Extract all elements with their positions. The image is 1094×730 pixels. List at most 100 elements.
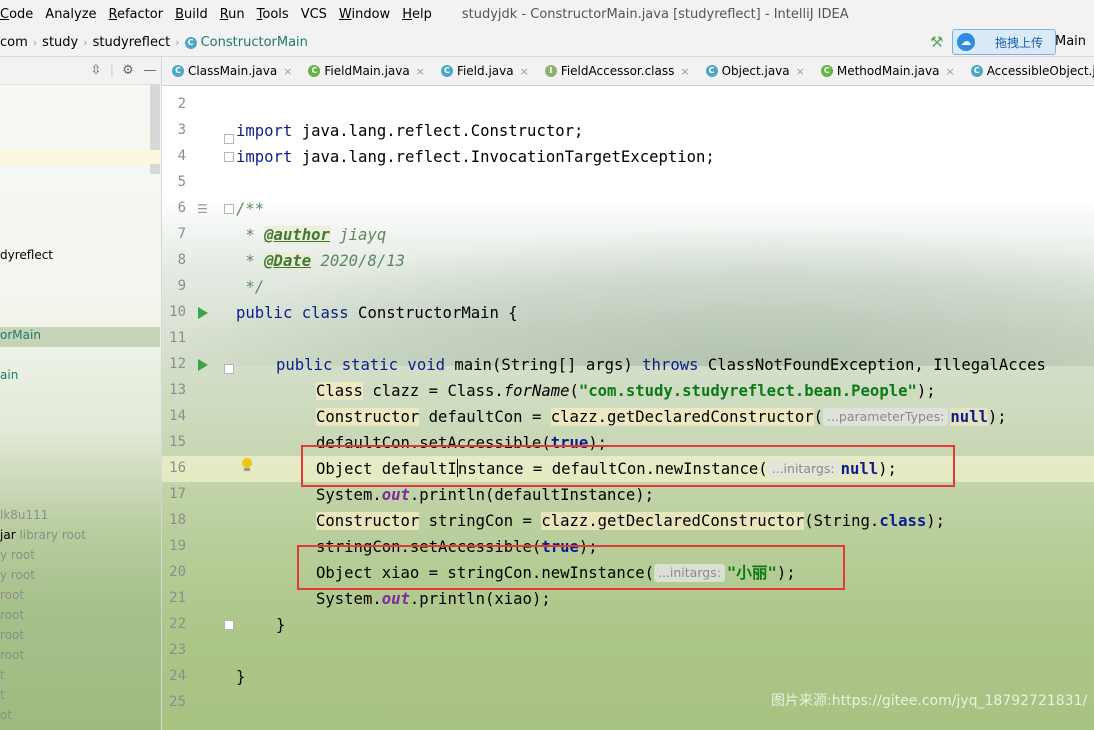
build-hammer-icon[interactable]: ⚒ <box>930 33 943 51</box>
upload-button[interactable]: ☁ 拖拽上传 <box>952 29 1056 55</box>
code-line-13: Class clazz = Class.forName("com.study.s… <box>316 378 936 404</box>
tree-item[interactable]: dyreflect <box>0 248 53 262</box>
menu-item-tools[interactable]: Tools <box>257 7 295 22</box>
comment: 2020/8/13 <box>311 252 406 270</box>
line-number: 11 <box>169 330 186 346</box>
fold-marker[interactable] <box>224 134 234 144</box>
tree-item[interactable]: jar library root <box>0 528 86 542</box>
fold-marker[interactable] <box>224 364 234 374</box>
code-line-3: import java.lang.reflect.Constructor; <box>236 118 583 144</box>
menu-label: ode <box>9 7 34 22</box>
tree-item[interactable]: root <box>0 648 24 662</box>
close-icon[interactable]: × <box>796 65 805 78</box>
run-class-icon[interactable] <box>198 307 208 319</box>
code-text: ClassNotFoundException, IllegalAcces <box>698 356 1046 374</box>
menu-item-vcs[interactable]: VCS <box>301 7 333 22</box>
comment: /** <box>236 200 265 218</box>
close-icon[interactable]: × <box>283 65 292 78</box>
fold-marker[interactable] <box>224 620 234 630</box>
menu-bar: Code Analyze Refactor Build Run Tools VCS Windo… <box>0 0 1094 30</box>
tree-item-label: root <box>0 588 25 602</box>
minimize-icon[interactable]: — <box>139 63 161 78</box>
close-icon[interactable]: × <box>945 65 954 78</box>
project-panel: ⇳ | ⚙ — dyreflect orMain ain lk8u111 jar lib… <box>0 57 162 730</box>
code-text: System. <box>316 486 382 504</box>
tree-item-label: root <box>0 628 25 642</box>
code-text: .println(defaultInstance); <box>409 486 654 504</box>
menu-item-build[interactable]: Build <box>175 7 214 22</box>
breadcrumb-study[interactable]: study <box>42 35 78 50</box>
javadoc-render-icon[interactable]: ☰ <box>197 202 208 216</box>
fold-marker[interactable] <box>224 204 234 214</box>
tree-item[interactable]: t <box>0 688 5 702</box>
menu-item-help[interactable]: Help <box>402 7 438 22</box>
parameter-hint: ...parameterTypes: <box>822 408 949 426</box>
javadoc-tag: @Date <box>264 252 312 270</box>
menu-label: Analyze <box>45 7 97 22</box>
editor-tab[interactable]: I FieldAccessor.class × <box>535 57 696 85</box>
tree-item[interactable]: y root <box>0 548 35 562</box>
close-icon[interactable]: × <box>520 65 529 78</box>
gear-icon[interactable]: ⚙ <box>117 63 139 78</box>
menu-item-run[interactable]: Run <box>220 7 251 22</box>
tab-label: Field.java <box>456 64 514 78</box>
menu-mnemonic: H <box>402 7 412 22</box>
editor-tab[interactable]: C ClassMain.java × <box>162 57 298 85</box>
close-icon[interactable]: × <box>680 65 689 78</box>
editor-tab[interactable]: C Field.java × <box>431 57 535 85</box>
tree-item-label: t <box>0 688 5 702</box>
line-number: 6 <box>177 200 186 216</box>
lightbulb-icon[interactable] <box>242 458 252 471</box>
code-line-14: Constructor defaultCon = clazz.getDeclar… <box>316 404 1007 430</box>
code-text: ); <box>916 382 936 400</box>
breadcrumb-studyreflect[interactable]: studyreflect <box>93 35 171 50</box>
tree-item-suffix: library root <box>15 528 86 542</box>
class-icon: C <box>172 65 184 77</box>
tab-label: Object.java <box>721 64 790 78</box>
breadcrumb-separator: › <box>175 36 180 49</box>
tree-item[interactable]: orMain <box>0 328 41 342</box>
project-panel-toolbar: ⇳ | ⚙ — <box>0 57 161 85</box>
line-number: 20 <box>169 564 186 580</box>
tree-item[interactable]: ain <box>0 368 18 382</box>
static-field: out <box>381 590 410 608</box>
menu-item-window[interactable]: Window <box>339 7 396 22</box>
tree-item[interactable]: root <box>0 628 24 642</box>
tree-item[interactable]: root <box>0 608 24 622</box>
menu-item-code[interactable]: Code <box>0 7 39 22</box>
class-icon: C <box>440 65 453 77</box>
tree-highlight-row <box>0 150 160 164</box>
run-configuration-select[interactable]: Main <box>1055 34 1086 49</box>
menu-mnemonic: C <box>0 7 10 22</box>
code-editor[interactable]: 2 3 4 5 6 7 8 9 10 11 12 13 14 15 16 17 18 19 20 21 22 23 24 25… <box>162 86 1094 730</box>
breadcrumb-constructormain[interactable]: C ConstructorMain <box>184 35 308 50</box>
menu-label: elp <box>411 7 432 22</box>
fold-marker[interactable] <box>224 152 234 162</box>
tree-item[interactable]: root <box>0 588 24 602</box>
breadcrumb-separator: › <box>83 36 88 49</box>
interface-icon: I <box>544 65 557 77</box>
tree-item[interactable]: y root <box>0 568 35 582</box>
close-icon[interactable]: × <box>416 65 425 78</box>
menu-mnemonic: B <box>175 7 184 22</box>
tree-item-label: y root <box>0 568 35 582</box>
menu-mnemonic: R <box>219 7 229 22</box>
line-number: 21 <box>169 590 186 606</box>
comment: jiayq <box>329 226 387 244</box>
tree-item-label: ain <box>0 368 19 382</box>
editor-tab[interactable]: C FieldMain.java × <box>298 57 431 85</box>
collapse-all-icon[interactable]: ⇳ <box>85 63 107 78</box>
class-icon: C <box>184 36 197 49</box>
editor-tab[interactable]: C MethodMain.java × <box>811 57 961 85</box>
breadcrumb-com[interactable]: com <box>0 35 28 50</box>
tree-item[interactable]: lk8u111 <box>0 508 48 522</box>
tab-label: FieldAccessor.class <box>560 64 675 78</box>
run-main-icon[interactable] <box>198 359 208 371</box>
tree-item[interactable]: ot <box>0 708 12 722</box>
editor-tab[interactable]: CAccessibleObject.java <box>961 57 1094 85</box>
menu-item-analyze[interactable]: Analyze <box>45 7 102 22</box>
keyword: public class <box>236 304 349 322</box>
tree-item[interactable]: t <box>0 668 5 682</box>
menu-item-refactor[interactable]: Refactor <box>109 7 170 22</box>
editor-tab[interactable]: C Object.java × <box>696 57 811 85</box>
